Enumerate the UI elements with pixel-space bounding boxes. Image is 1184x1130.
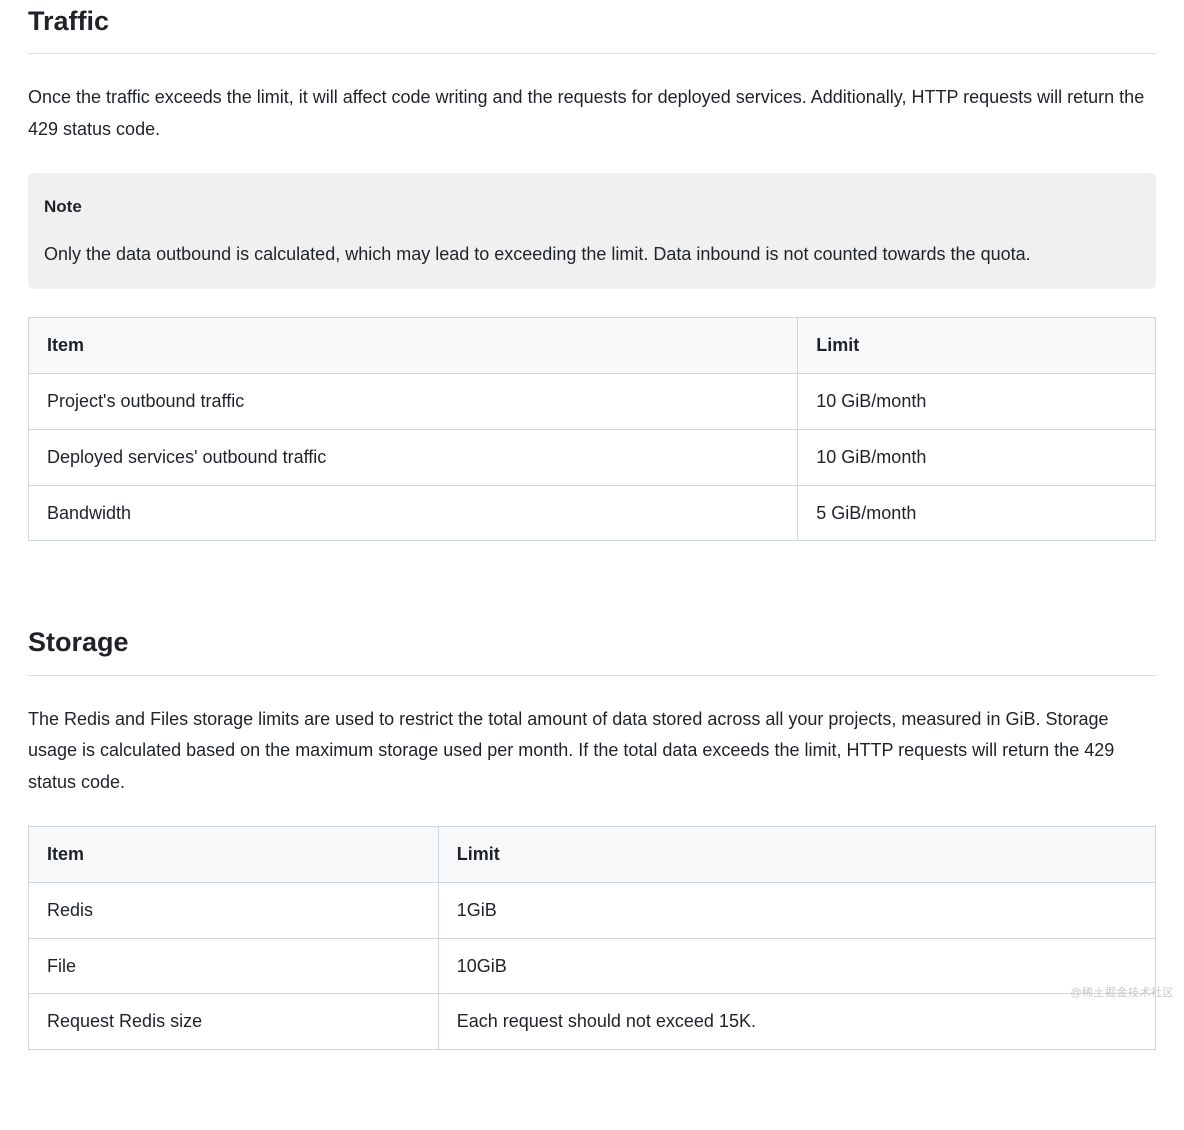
table-cell-item: Request Redis size <box>29 994 439 1050</box>
traffic-section: Traffic Once the traffic exceeds the lim… <box>28 0 1156 541</box>
table-cell-item: Project's outbound traffic <box>29 373 798 429</box>
storage-section: Storage The Redis and Files storage limi… <box>28 621 1156 1050</box>
table-cell-limit: 10 GiB/month <box>798 429 1156 485</box>
table-header-limit: Limit <box>798 318 1156 374</box>
table-cell-limit: 5 GiB/month <box>798 485 1156 541</box>
table-row: Deployed services' outbound traffic 10 G… <box>29 429 1156 485</box>
table-cell-item: Redis <box>29 882 439 938</box>
table-header-row: Item Limit <box>29 827 1156 883</box>
table-row: File 10GiB <box>29 938 1156 994</box>
note-label: Note <box>44 193 1140 220</box>
traffic-intro: Once the traffic exceeds the limit, it w… <box>28 82 1156 145</box>
table-row: Request Redis size Each request should n… <box>29 994 1156 1050</box>
table-header-item: Item <box>29 827 439 883</box>
table-cell-limit: 10GiB <box>438 938 1155 994</box>
table-header-item: Item <box>29 318 798 374</box>
watermark: @稀土掘金技术社区 <box>1070 985 1174 1003</box>
table-row: Project's outbound traffic 10 GiB/month <box>29 373 1156 429</box>
traffic-table: Item Limit Project's outbound traffic 10… <box>28 317 1156 541</box>
table-row: Bandwidth 5 GiB/month <box>29 485 1156 541</box>
table-cell-item: Bandwidth <box>29 485 798 541</box>
storage-table: Item Limit Redis 1GiB File 10GiB Request… <box>28 826 1156 1050</box>
table-cell-limit: Each request should not exceed 15K. <box>438 994 1155 1050</box>
table-cell-limit: 10 GiB/month <box>798 373 1156 429</box>
note-body: Only the data outbound is calculated, wh… <box>44 240 1140 269</box>
table-cell-item: File <box>29 938 439 994</box>
table-row: Redis 1GiB <box>29 882 1156 938</box>
table-cell-limit: 1GiB <box>438 882 1155 938</box>
storage-heading: Storage <box>28 621 1156 675</box>
table-header-row: Item Limit <box>29 318 1156 374</box>
table-header-limit: Limit <box>438 827 1155 883</box>
storage-intro: The Redis and Files storage limits are u… <box>28 704 1156 799</box>
table-cell-item: Deployed services' outbound traffic <box>29 429 798 485</box>
traffic-note: Note Only the data outbound is calculate… <box>28 173 1156 289</box>
traffic-heading: Traffic <box>28 0 1156 54</box>
